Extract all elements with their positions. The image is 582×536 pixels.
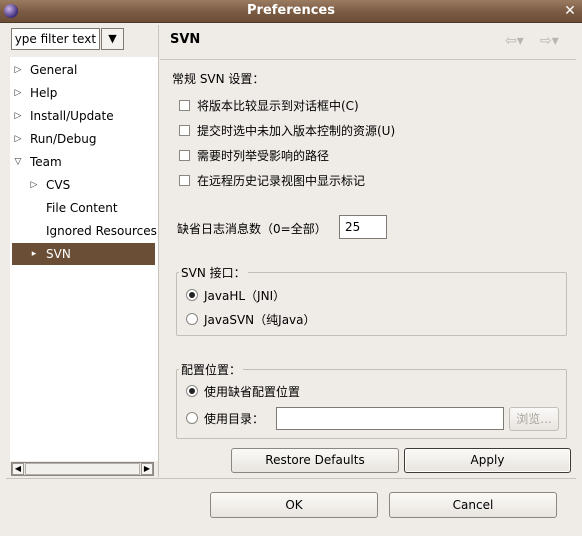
radio-use-directory[interactable]: [186, 412, 198, 424]
scroll-left-icon[interactable]: ◀: [12, 463, 24, 475]
triangle-right-icon[interactable]: ▷: [13, 82, 23, 104]
radio-javasvn[interactable]: [186, 313, 198, 325]
triangle-right-icon[interactable]: ▷: [13, 128, 23, 150]
filter-dropdown-button[interactable]: ▼: [101, 28, 124, 50]
tree-item-help[interactable]: ▷ Help: [10, 82, 156, 104]
checkbox-show-compare-dialog[interactable]: [179, 100, 190, 111]
tree-item-label: General: [30, 63, 78, 77]
checkbox-select-unversioned[interactable]: [179, 125, 190, 136]
checkbox-label[interactable]: 需要时列举受影响的路径: [197, 147, 329, 164]
tree-item-svn[interactable]: ▸ SVN: [12, 243, 155, 265]
checkbox-show-tags[interactable]: [179, 175, 190, 186]
tree-item-cvs[interactable]: ▷ CVS: [10, 174, 156, 196]
triangle-right-icon[interactable]: ▷: [13, 105, 23, 127]
triangle-down-icon[interactable]: ▽: [13, 151, 23, 173]
radio-javahl[interactable]: [186, 289, 198, 301]
tree-item-general[interactable]: ▷ General: [10, 59, 156, 81]
tree-item-label: SVN: [46, 247, 71, 261]
checkbox-label[interactable]: 在远程历史记录视图中显示标记: [197, 172, 365, 189]
tree-item-run-debug[interactable]: ▷ Run/Debug: [10, 128, 156, 150]
radio-label[interactable]: JavaHL（JNI）: [204, 287, 285, 304]
tree-item-label: Run/Debug: [30, 132, 97, 146]
tree-item-label: Team: [30, 155, 62, 169]
restore-defaults-button[interactable]: Restore Defaults: [231, 448, 399, 473]
checkbox-label[interactable]: 将版本比较显示到对话框中(C): [197, 97, 359, 114]
close-icon[interactable]: ✕: [562, 3, 578, 19]
tree-item-label: Help: [30, 86, 58, 100]
radio-label[interactable]: 使用目录：: [204, 410, 264, 427]
forward-arrow-icon[interactable]: ⇨▾: [540, 33, 559, 49]
radio-label[interactable]: 使用缺省配置位置: [204, 383, 300, 400]
preference-tree[interactable]: ▷ General ▷ Help ▷ Install/Update ▷ Run/…: [10, 57, 158, 461]
radio-default-config[interactable]: [186, 385, 198, 397]
pane-divider[interactable]: [158, 25, 159, 477]
checkbox-label[interactable]: 提交时选中未加入版本控制的资源(U): [197, 122, 395, 139]
header-divider: [160, 59, 576, 60]
tree-item-label: File Content: [46, 201, 118, 215]
directory-input[interactable]: [276, 407, 504, 430]
page-title: SVN: [170, 32, 201, 47]
scroll-thumb[interactable]: [25, 463, 140, 475]
filter-input[interactable]: [11, 28, 100, 50]
checkbox-list-affected-paths[interactable]: [179, 150, 190, 161]
radio-label[interactable]: JavaSVN（纯Java）: [204, 311, 316, 328]
chevron-down-icon: ▼: [108, 32, 117, 45]
svn-interface-title: SVN 接口：: [179, 264, 248, 281]
browse-button[interactable]: 浏览...: [509, 407, 559, 431]
footer-divider: [6, 478, 576, 479]
scroll-right-icon[interactable]: ▶: [141, 463, 153, 475]
cancel-button[interactable]: Cancel: [389, 492, 557, 518]
back-arrow-icon[interactable]: ⇦▾: [505, 33, 524, 49]
tree-item-install-update[interactable]: ▷ Install/Update: [10, 105, 156, 127]
tree-item-label: CVS: [46, 178, 71, 192]
log-count-input[interactable]: 25: [339, 215, 387, 239]
window-title: Preferences: [247, 3, 335, 18]
tree-item-ignored-resources[interactable]: Ignored Resources: [10, 220, 157, 242]
tree-item-file-content[interactable]: File Content: [10, 197, 156, 219]
triangle-right-icon[interactable]: ▷: [29, 174, 39, 196]
triangle-right-icon[interactable]: ▸: [29, 243, 39, 265]
tree-item-label: Ignored Resources: [46, 224, 157, 238]
triangle-right-icon[interactable]: ▷: [13, 59, 23, 81]
config-location-title: 配置位置：: [179, 361, 244, 378]
tree-item-team[interactable]: ▽ Team: [10, 151, 156, 173]
horizontal-scrollbar[interactable]: ◀ ▶: [11, 462, 154, 476]
title-bar[interactable]: Preferences ✕: [0, 0, 582, 23]
log-count-label: 缺省日志消息数（0=全部）: [177, 222, 327, 236]
apply-button[interactable]: Apply: [404, 448, 571, 473]
tree-item-label: Install/Update: [30, 109, 114, 123]
ok-button[interactable]: OK: [210, 492, 378, 518]
general-settings-heading: 常规 SVN 设置：: [172, 72, 265, 86]
